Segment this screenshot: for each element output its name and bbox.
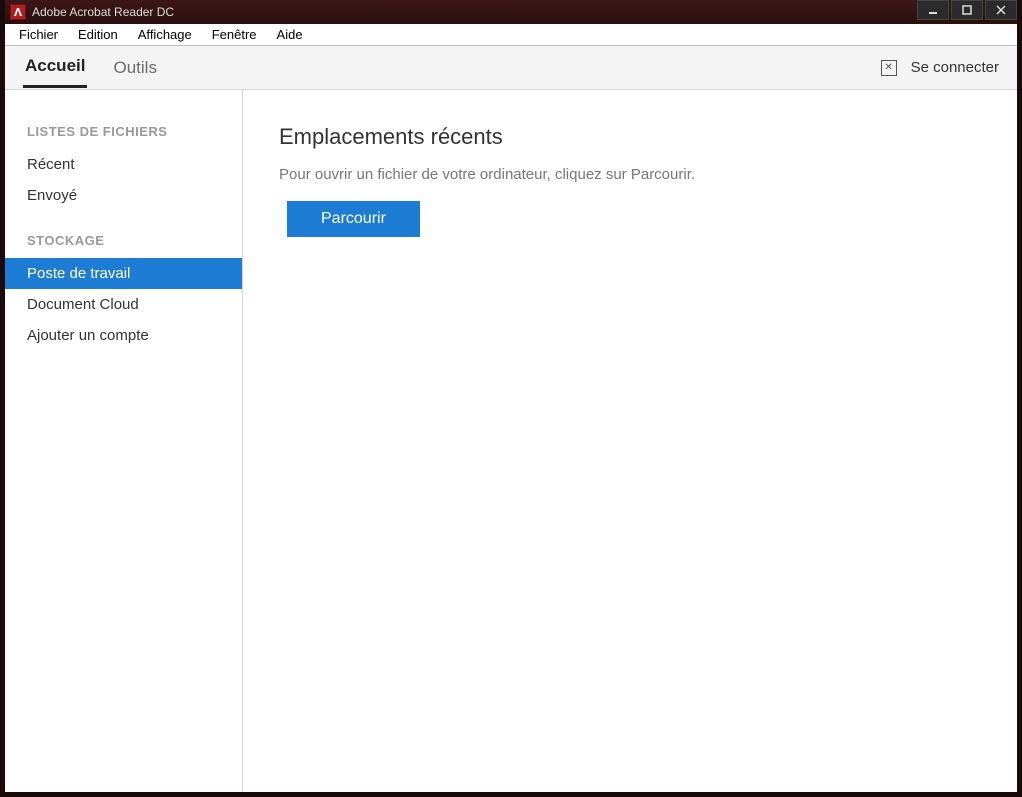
sidebar-item-workstation[interactable]: Poste de travail: [5, 258, 242, 289]
sidebar-item-document-cloud[interactable]: Document Cloud: [5, 289, 242, 320]
tab-home[interactable]: Accueil: [23, 47, 87, 88]
menu-window[interactable]: Fenêtre: [202, 25, 267, 44]
browse-button[interactable]: Parcourir: [287, 201, 420, 237]
sidebar-item-add-account[interactable]: Ajouter un compte: [5, 320, 242, 351]
sidebar-item-sent[interactable]: Envoyé: [5, 180, 242, 211]
app-icon: [10, 4, 26, 20]
sidebar: LISTES DE FICHIERS Récent Envoyé STOCKAG…: [5, 90, 243, 792]
sign-in-label: Se connecter: [911, 59, 999, 76]
window-frame: Adobe Acrobat Reader DC Fichier Edition …: [0, 0, 1022, 797]
body-area: LISTES DE FICHIERS Récent Envoyé STOCKAG…: [5, 90, 1017, 792]
menu-help[interactable]: Aide: [267, 25, 313, 44]
sign-in-link[interactable]: ✕ Se connecter: [881, 59, 999, 76]
minimize-button[interactable]: [917, 0, 949, 20]
hint-text: Pour ouvrir un fichier de votre ordinate…: [279, 166, 981, 183]
page-title: Emplacements récents: [279, 124, 981, 150]
menu-view[interactable]: Affichage: [128, 25, 202, 44]
menu-file[interactable]: Fichier: [9, 25, 68, 44]
sidebar-section-file-lists: LISTES DE FICHIERS: [5, 114, 242, 149]
close-button[interactable]: [985, 0, 1017, 20]
main-content: Emplacements récents Pour ouvrir un fich…: [243, 90, 1017, 792]
sidebar-section-storage: STOCKAGE: [5, 223, 242, 258]
sign-in-icon: ✕: [881, 60, 897, 76]
window-controls: [915, 0, 1017, 24]
main-toolbar: Accueil Outils ✕ Se connecter: [5, 46, 1017, 90]
maximize-button[interactable]: [951, 0, 983, 20]
sidebar-item-recent[interactable]: Récent: [5, 149, 242, 180]
tab-tools[interactable]: Outils: [111, 49, 158, 87]
menubar: Fichier Edition Affichage Fenêtre Aide: [5, 24, 1017, 46]
titlebar[interactable]: Adobe Acrobat Reader DC: [5, 0, 1017, 24]
menu-edit[interactable]: Edition: [68, 25, 128, 44]
app-title: Adobe Acrobat Reader DC: [32, 5, 174, 19]
